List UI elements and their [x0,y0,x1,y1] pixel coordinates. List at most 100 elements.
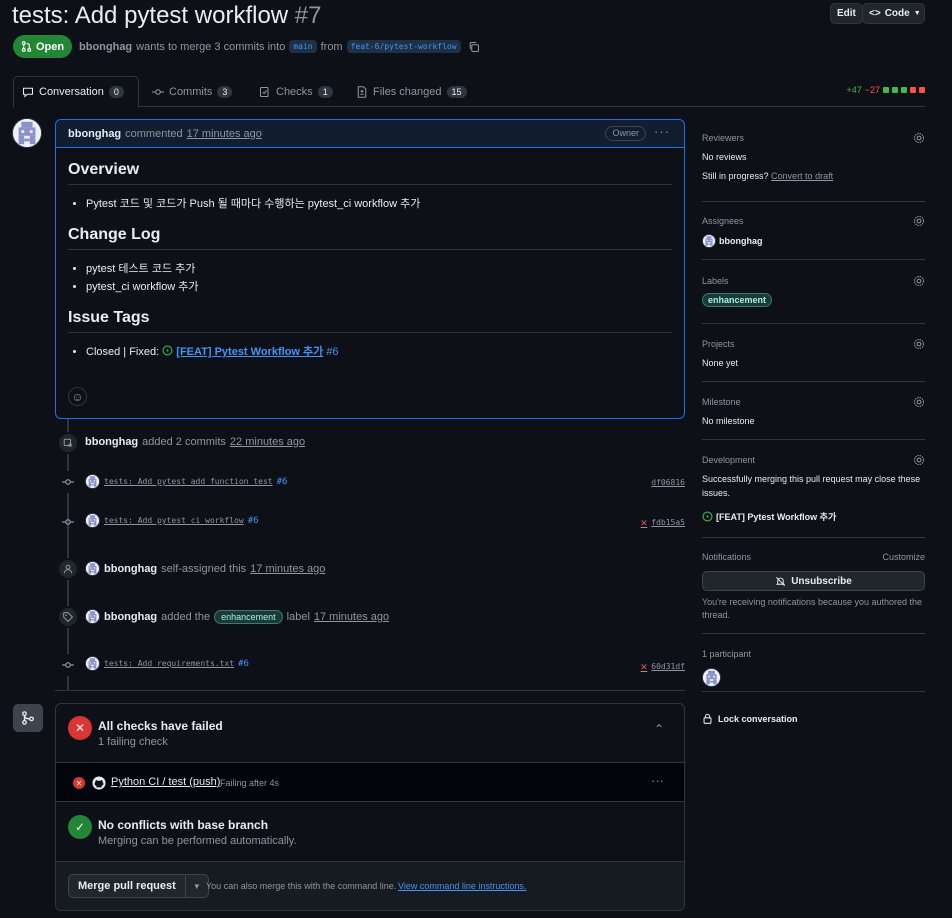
owner-badge: Owner [605,126,646,141]
bell-slash-icon [776,576,786,586]
caret-down-icon[interactable]: ▼ [186,882,208,891]
gear-icon[interactable] [913,454,925,466]
avatar[interactable] [85,656,100,671]
tag-icon [57,606,79,628]
commit-sha[interactable]: fdb15a5 [651,518,685,527]
sidebar-assignees: Assignees bbonghag [702,202,925,260]
tab-commits-label: Commits [169,85,213,98]
gear-icon[interactable] [913,275,925,287]
conflicts-section: ✓ No conflicts with base branch Merging … [56,802,684,862]
customize-link[interactable]: Customize [882,552,925,562]
avatar[interactable] [85,561,100,576]
x-icon[interactable]: ✕ [641,516,648,529]
conflict-title: No conflicts with base branch [98,818,269,832]
kebab-menu-icon[interactable]: ··· [651,773,664,788]
tab-files-changed[interactable]: Files changed 15 [348,76,475,107]
tab-commits-count: 3 [217,85,233,98]
sidebar-heading[interactable]: Milestone [702,397,741,407]
sidebar-heading: Notifications [702,552,752,562]
issue-link[interactable]: [FEAT] Pytest Workflow 추가 [176,346,323,358]
lock-conversation[interactable]: Lock conversation [702,713,798,724]
checklist-icon [259,86,269,97]
event-user[interactable]: bbonghag [104,563,157,575]
merge-button-group: Merge pull request ▼ [68,874,209,898]
avatar[interactable] [85,513,100,528]
avatar[interactable] [12,118,42,148]
assignee-name[interactable]: bbonghag [719,236,763,246]
gear-icon[interactable] [913,132,925,144]
diff-block [892,87,898,93]
commit-message[interactable]: tests: Add pytest ci workflow [104,516,244,525]
commit-message[interactable]: tests: Add pytest add function test [104,477,273,486]
participants-count: 1 participant [702,649,752,659]
tab-checks[interactable]: Checks 1 [251,76,341,107]
smiley-icon[interactable]: ☺ [68,387,87,406]
comment-time[interactable]: 17 minutes ago [187,128,262,140]
avatar[interactable] [85,474,100,489]
sidebar-heading[interactable]: Labels [702,276,729,286]
issue-number[interactable]: #6 [326,346,338,358]
commit-sha[interactable]: 60d31df [651,662,685,671]
convert-to-draft-link[interactable]: Convert to draft [771,171,833,181]
commit-message[interactable]: tests: Add requirements.txt [104,659,234,668]
chevron-up-icon[interactable]: ⌃ [654,722,664,736]
event-time[interactable]: 17 minutes ago [250,563,325,575]
commit-sha[interactable]: df06816 [651,478,685,487]
comment-icon [22,87,34,98]
copy-icon[interactable] [468,41,480,53]
sidebar-heading[interactable]: Reviewers [702,133,744,143]
comment-card: bbonghag commented 17 minutes ago Owner … [55,119,685,419]
repo-push-icon [57,432,79,454]
avatar[interactable] [85,609,100,624]
x-icon[interactable]: ✕ [641,660,648,673]
base-branch[interactable]: main [289,40,317,53]
head-branch[interactable]: feat-6/pytest-workflow [346,40,461,53]
avatar[interactable] [702,234,716,248]
commit-sha-row: ✕ 60d31df [641,660,685,673]
checks-summary[interactable]: ✕ All checks have failed 1 failing check… [56,704,684,762]
event-user[interactable]: bbonghag [85,436,138,448]
gear-icon[interactable] [913,396,925,408]
list-item: Pytest 코드 및 코드가 Push 될 때마다 수행하는 pytest_c… [86,195,672,213]
pr-author-link[interactable]: bbonghag [79,41,132,53]
avatar[interactable] [702,668,721,687]
merge-button[interactable]: Merge pull request [69,875,186,897]
comment-author[interactable]: bbonghag [68,128,121,140]
lock-label: Lock conversation [718,713,798,724]
kebab-menu-icon[interactable]: ··· [654,124,670,139]
gear-icon[interactable] [913,215,925,227]
timeline-assign-event: bbonghag self-assigned this 17 minutes a… [85,561,325,576]
code-button[interactable]: <> Code ▼ [862,3,925,24]
label-enhancement[interactable]: enhancement [702,293,773,307]
merge-box: ✕ All checks have failed 1 failing check… [55,703,685,911]
commit-issue-ref[interactable]: #6 [248,516,259,526]
event-time[interactable]: 22 minutes ago [230,436,305,448]
sidebar-notifications: Notifications Customize Unsubscribe You'… [702,538,925,634]
label-enhancement[interactable]: enhancement [214,609,283,624]
cli-link[interactable]: View command line instructions. [398,881,526,891]
sidebar-heading[interactable]: Assignees [702,216,744,226]
linked-issue-link[interactable]: [FEAT] Pytest Workflow 추가 [716,510,836,523]
event-user[interactable]: bbonghag [104,611,157,623]
commit-row: tests: Add requirements.txt #6 [85,656,249,671]
edit-button[interactable]: Edit [830,3,863,24]
code-icon: <> [869,8,881,19]
pr-meta: bbonghag wants to merge 3 commits into m… [79,40,480,53]
gear-icon[interactable] [913,338,925,350]
reviewers-value: No reviews [702,152,747,162]
event-time[interactable]: 17 minutes ago [314,611,389,623]
commit-icon [152,88,164,95]
pr-title-text: tests: Add pytest workflow [12,2,289,29]
tab-commits[interactable]: Commits 3 [144,76,240,107]
tab-files-changed-label: Files changed [373,85,442,98]
commit-issue-ref[interactable]: #6 [277,477,288,487]
check-run-link[interactable]: Python CI / test (push) [111,776,220,788]
unsubscribe-button[interactable]: Unsubscribe [702,571,925,591]
still-in-progress: Still in progress? [702,171,769,181]
x-circle-icon: ✕ [73,777,85,789]
sidebar-heading[interactable]: Projects [702,339,735,349]
tab-conversation[interactable]: Conversation 0 [13,76,139,108]
commit-issue-ref[interactable]: #6 [238,659,249,669]
sidebar-reviewers: Reviewers No reviews Still in progress? … [702,119,925,202]
issue-prefix: Closed | Fixed: [86,346,160,358]
